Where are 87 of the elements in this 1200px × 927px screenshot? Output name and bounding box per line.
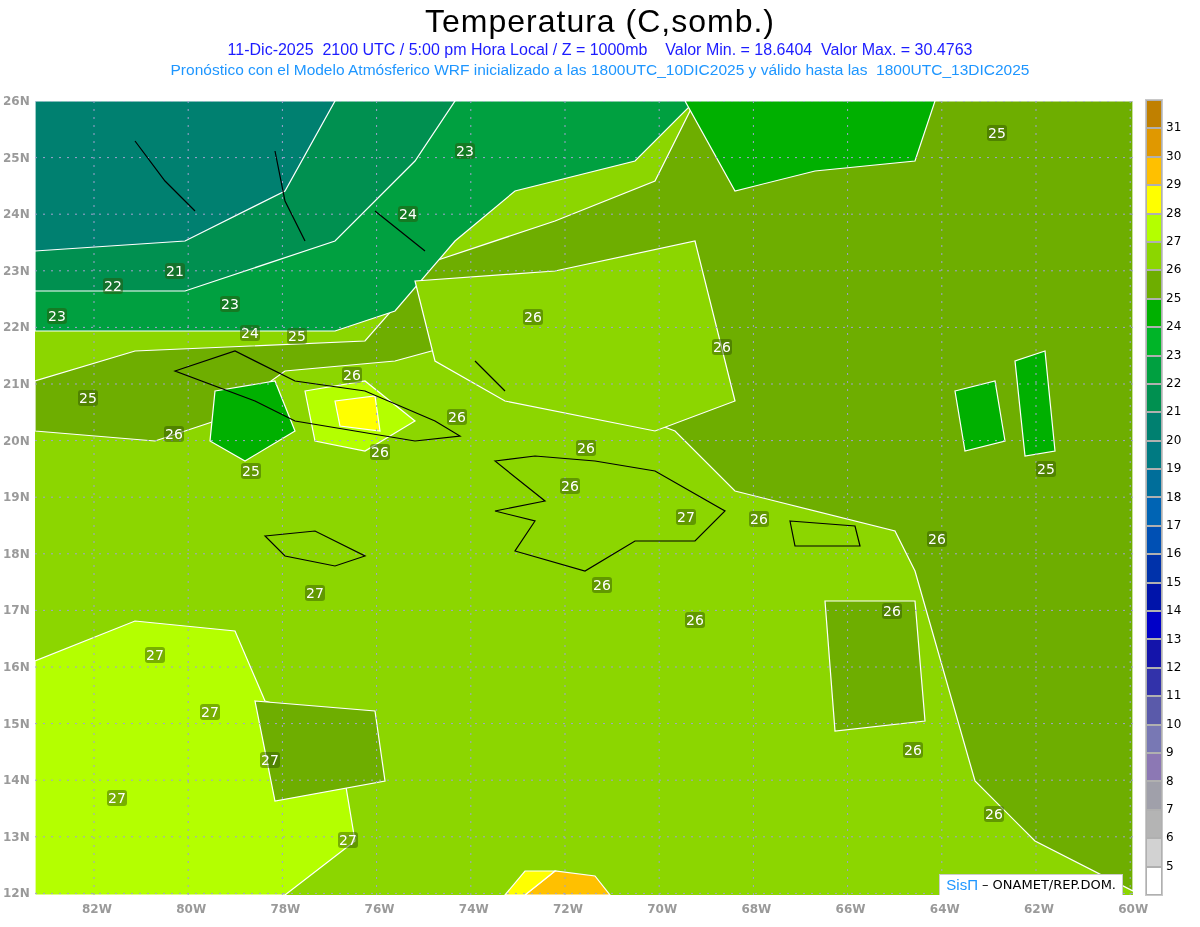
contour-label: 26 [903, 742, 923, 758]
contour-label: 27 [260, 752, 280, 768]
chart-title: Temperatura (C,somb.) [425, 2, 775, 40]
contour-label: 27 [305, 585, 325, 601]
colorbar-label: 9 [1166, 745, 1174, 760]
colorbar-label: 19 [1166, 461, 1182, 476]
colorbar-label: 10 [1166, 716, 1182, 731]
contour-label: 26 [342, 367, 362, 383]
colorbar-label: 21 [1166, 404, 1182, 419]
colorbar-label: 14 [1166, 603, 1182, 618]
chart-subtitle: 11-Dic-2025 2100 UTC / 5:00 pm Hora Local / Z = 1000mb Valor Min. = 18.6404 Valor Max. = 30.4763 [227, 40, 973, 60]
colorbar-label: 15 [1166, 574, 1182, 589]
longitude-label: 66W [835, 902, 866, 916]
longitude-label: 74W [458, 902, 489, 916]
latitude-label: 21N [3, 377, 30, 391]
colorbar-label: 31 [1166, 120, 1182, 135]
contour-label: 27 [107, 790, 127, 806]
colorbar-label: 23 [1166, 347, 1182, 362]
colorbar-label: 30 [1166, 148, 1182, 163]
contour-label: 25 [987, 125, 1007, 141]
longitude-label: 70W [647, 902, 678, 916]
colorbar-label: 27 [1166, 234, 1182, 248]
contour-label: 23 [220, 296, 240, 312]
longitude-label: 76W [364, 902, 395, 916]
latitude-label: 26N [3, 94, 30, 108]
contour-label: 23 [47, 308, 67, 324]
colorbar-label: 18 [1166, 489, 1182, 504]
contour-label: 27 [200, 704, 220, 720]
longitude-label: 82W [82, 902, 112, 916]
colorbar-label: 24 [1166, 319, 1182, 334]
colorbar-label: 29 [1166, 177, 1182, 192]
colorbar-label: 5 [1166, 858, 1174, 873]
contour-label: 23 [455, 143, 475, 159]
latitude-label: 25N [3, 150, 30, 165]
latitude-label: 18N [3, 546, 30, 561]
colorbar-label: 7 [1166, 802, 1174, 816]
colorbar-label: 26 [1166, 262, 1182, 277]
longitude-label: 68W [741, 902, 772, 916]
colorbar-label: 8 [1166, 773, 1174, 788]
contour-label: 26 [560, 478, 580, 494]
latitude-label: 16N [3, 660, 30, 674]
longitude-label: 62W [1024, 902, 1054, 916]
latitude-label: 20N [3, 433, 30, 448]
longitude-label: 78W [270, 902, 301, 916]
contour-label: 27 [145, 647, 165, 663]
colorbar-label: 17 [1166, 518, 1182, 532]
colorbar-label: 6 [1166, 830, 1174, 845]
contour-label: 26 [712, 339, 732, 355]
latitude-label: 15N [3, 716, 30, 731]
longitude-label: 80W [176, 902, 207, 916]
contour-label: 21 [165, 263, 185, 279]
contour-label: 26 [685, 612, 705, 628]
contour-label: 27 [676, 509, 696, 525]
contour-label: 24 [240, 325, 260, 341]
contour-label: 26 [927, 531, 947, 547]
colorbar-label: 13 [1166, 631, 1182, 646]
contour-label: 26 [592, 577, 612, 593]
contour-label: 26 [882, 603, 902, 619]
contour-label: 25 [241, 463, 261, 479]
contour-label: 26 [370, 444, 390, 460]
contour-label: 24 [398, 206, 418, 222]
credit-brand: SisΠ [946, 876, 978, 894]
contour-label: 22 [103, 278, 123, 294]
colorbar-label: 28 [1166, 205, 1182, 220]
contour-label: 26 [749, 511, 769, 527]
contour-label: 26 [447, 409, 467, 425]
colorbar-label: 25 [1166, 290, 1182, 305]
contour-label: 25 [78, 390, 98, 406]
colorbar-label: 22 [1166, 376, 1182, 390]
contour-label: 25 [287, 328, 307, 344]
contour-label: 26 [523, 309, 543, 325]
colorbar-label: 16 [1166, 546, 1182, 561]
latitude-label: 23N [3, 263, 30, 278]
contour-label: 25 [1036, 461, 1056, 477]
contour-label: 26 [576, 440, 596, 456]
forecast-note: Pronóstico con el Modelo Atmósferico WRF inicializado a las 1800UTC_10DIC2025 y válido hasta las 1800UTC_13DIC2025 [170, 60, 1030, 80]
colorbar-label: 20 [1166, 432, 1182, 447]
contour-label: 27 [338, 832, 358, 848]
longitude-label: 72W [553, 902, 583, 916]
latitude-label: 13N [3, 829, 30, 844]
credit-text: – ONAMET/REP.DOM. [981, 876, 1116, 894]
longitude-label: 64W [929, 902, 960, 916]
longitude-label: 60W [1118, 902, 1149, 916]
contour-label: 26 [164, 426, 184, 442]
colorbar-label: 11 [1166, 688, 1182, 703]
contour-label: 26 [984, 806, 1004, 822]
colorbar-label: 12 [1166, 660, 1182, 674]
